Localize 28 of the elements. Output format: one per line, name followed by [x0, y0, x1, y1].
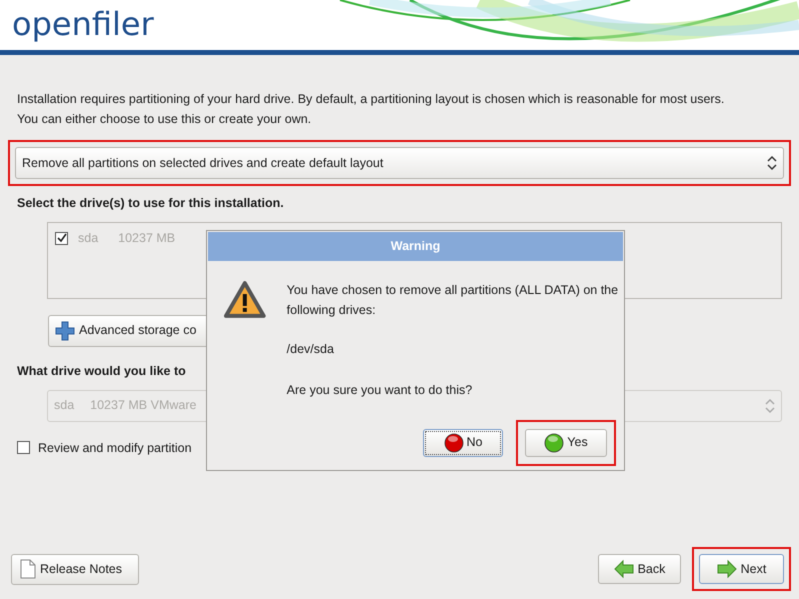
document-icon [20, 559, 36, 579]
layout-dropdown[interactable]: Remove all partitions on selected drives and create default layout [15, 147, 784, 179]
yes-button[interactable]: Yes [525, 428, 607, 456]
plus-icon [55, 320, 75, 341]
checkbox[interactable] [17, 441, 30, 454]
section-heading: Select the drive(s) to use for this installation. [17, 195, 285, 212]
intro-text: Installation requires partitioning of your hard drive. By default, a partitioning layout is chosen which is reasonable for most users. [17, 91, 726, 108]
back-arrow-icon [614, 559, 634, 579]
dialog-title: Warning [208, 232, 623, 261]
dialog-question: Are you sure you want to do this? [286, 382, 474, 399]
no-button[interactable]: No [423, 428, 503, 456]
circle-icon [544, 432, 564, 452]
warning-icon [223, 280, 267, 320]
circle-icon [444, 432, 464, 452]
review-label: Review and modify partition [38, 440, 192, 457]
device-path: /dev/sda [286, 341, 335, 358]
checkbox[interactable] [55, 232, 68, 245]
logo: openfiler [12, 4, 154, 44]
updown-icon [767, 155, 777, 171]
drive-size: 10237 MB [118, 230, 176, 247]
next-button[interactable]: Next [699, 554, 784, 584]
release-notes-button[interactable]: Release Notes [11, 554, 139, 584]
back-button[interactable]: Back [598, 554, 681, 584]
next-arrow-icon [716, 559, 737, 579]
updown-icon [765, 398, 775, 414]
drive-name: sda [78, 230, 98, 247]
section-heading: What drive would you like to [17, 362, 187, 380]
intro-text: You can either choose to use this or create your own. [17, 111, 312, 128]
